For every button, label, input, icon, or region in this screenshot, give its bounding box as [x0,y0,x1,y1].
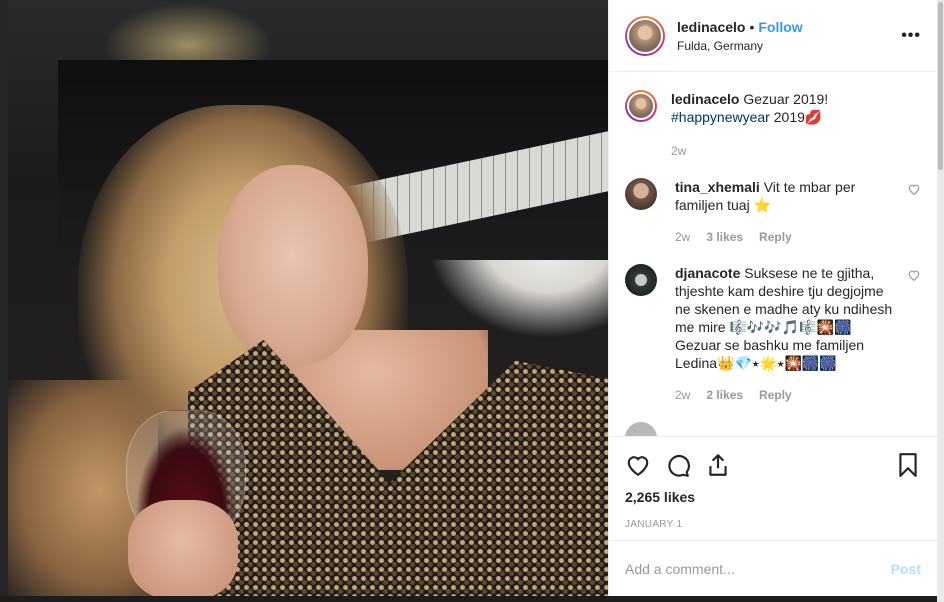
reply-button[interactable]: Reply [759,228,792,246]
post-location[interactable]: Fulda, Germany [677,39,901,53]
commenter-avatar[interactable] [625,422,657,436]
scrollbar[interactable] [937,0,944,602]
scrollbar-thumb[interactable] [938,2,943,170]
commenter-avatar[interactable] [625,264,657,296]
comments-list[interactable]: ledinacelo Gezuar 2019! #happynewyear 20… [609,72,937,436]
author-username[interactable]: ledinacelo [677,19,745,35]
comment-row-partial [625,422,921,436]
comment-heart-icon[interactable] [907,182,921,196]
comment-likes[interactable]: 3 likes [706,228,743,246]
add-comment-bar: Post [609,540,937,596]
post-side-panel: ledinacelo • Follow Fulda, Germany ••• led… [608,0,937,596]
comment-input[interactable] [625,560,891,577]
comment-row: djanacote Suksese ne te gjitha, thjeshte… [625,264,921,404]
caption-text: Gezuar 2019! [743,91,829,107]
caption-avatar[interactable] [625,90,657,122]
likes-count[interactable]: 2,265 likes [625,489,921,505]
post-date[interactable]: JANUARY 1 [625,519,921,530]
comment-time[interactable]: 2w [675,228,690,246]
share-icon[interactable] [705,452,731,478]
follow-button[interactable]: Follow [758,19,802,35]
separator-dot: • [749,18,755,35]
post-photo[interactable] [8,0,608,596]
caption-text-after: 2019💋 [773,109,823,125]
commenter-avatar[interactable] [625,178,657,210]
comment-likes[interactable]: 2 likes [706,386,743,404]
background-feed-strip [0,596,937,602]
more-options-icon[interactable]: ••• [901,27,921,45]
comment-username[interactable]: djanacote [675,265,740,281]
author-line: ledinacelo • Follow [677,19,901,35]
comment-bubble-icon[interactable] [665,452,691,478]
bookmark-icon[interactable] [895,452,921,478]
caption-time[interactable]: 2w [671,142,686,160]
comment-time[interactable]: 2w [675,386,690,404]
reply-button[interactable]: Reply [759,386,792,404]
post-header: ledinacelo • Follow Fulda, Germany ••• [609,0,937,72]
caption-row: ledinacelo Gezuar 2019! #happynewyear 20… [625,90,921,160]
caption-hashtag[interactable]: #happynewyear [671,109,770,125]
like-heart-icon[interactable] [625,452,651,478]
photo-face [218,165,368,365]
comment-row: tina_xhemali Vit te mbar per familjen tu… [625,178,921,246]
caption-username[interactable]: ledinacelo [671,91,739,107]
post-button[interactable]: Post [891,561,921,577]
comment-username[interactable]: tina_xhemali [675,179,760,195]
comment-heart-icon[interactable] [907,268,921,282]
author-avatar[interactable] [625,15,665,56]
photo-hand [128,500,238,596]
